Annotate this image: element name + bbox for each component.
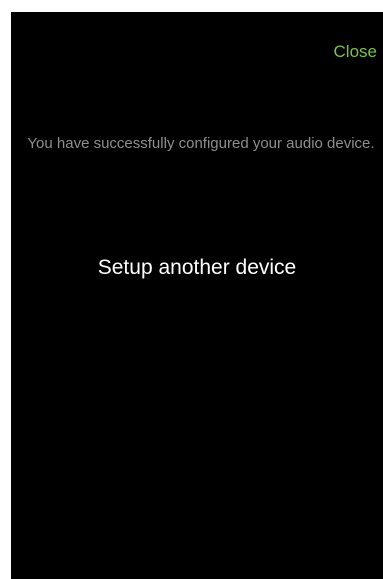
- close-button[interactable]: Close: [334, 42, 377, 62]
- configuration-complete-screen: Close You have successfully configured y…: [11, 12, 383, 579]
- success-message: You have successfully configured your au…: [27, 135, 375, 152]
- setup-another-device-button[interactable]: Setup another device: [11, 255, 383, 281]
